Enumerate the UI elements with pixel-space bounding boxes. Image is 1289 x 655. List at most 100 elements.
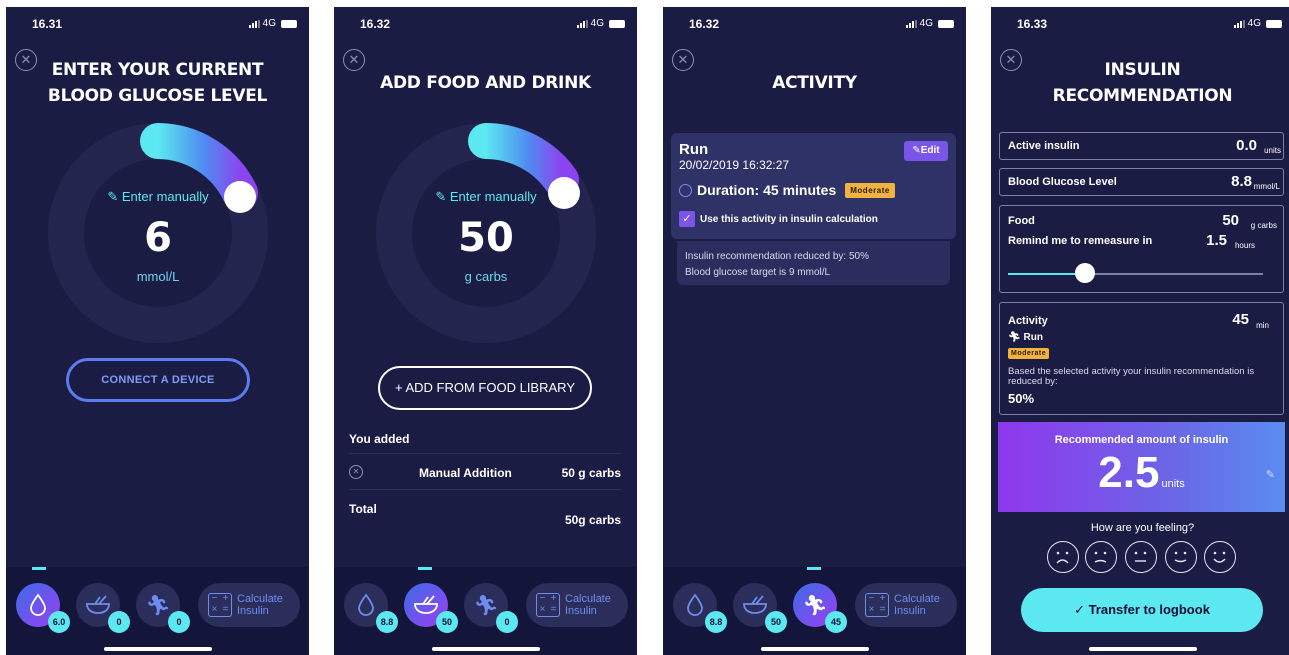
close-icon[interactable]: ✕ xyxy=(343,49,365,71)
food-badge: 50 xyxy=(765,611,787,633)
remind-slider-fill xyxy=(1008,273,1085,275)
enter-manually-link[interactable]: ✎ Enter manually xyxy=(48,189,268,205)
tab-food[interactable]: 0 xyxy=(76,583,130,633)
activity-badge: 0 xyxy=(168,611,190,633)
recommended-insulin-panel: Recommended amount of insulin 2.5 units ✎ xyxy=(998,422,1285,512)
recommended-title: Recommended amount of insulin xyxy=(1054,434,1229,446)
active-insulin-value: 0.0 xyxy=(1236,137,1257,154)
recommended-value: 2.5 xyxy=(1098,448,1160,497)
close-icon[interactable]: ✕ xyxy=(672,49,694,71)
calc-label: Calculate Insulin xyxy=(237,593,283,617)
tab-glucose[interactable]: 6.0 xyxy=(16,583,70,633)
status-bar: 16.32 4G xyxy=(334,17,637,33)
add-from-food-library-button[interactable]: + ADD FROM FOOD LIBRARY xyxy=(378,366,592,410)
runner-icon: 🏃︎ xyxy=(1008,332,1024,343)
calculator-icon: − + × = xyxy=(208,593,232,617)
active-insulin-row: Active insulin 0.0 units xyxy=(999,132,1284,160)
tab-food[interactable]: 50 xyxy=(733,583,787,633)
neutral-face-icon[interactable] xyxy=(1125,541,1157,573)
status-bar: 16.31 4G xyxy=(6,17,309,33)
happy-face-icon[interactable] xyxy=(1165,541,1197,573)
use-activity-checkbox-row[interactable]: ✓ Use this activity in insulin calculati… xyxy=(679,211,878,227)
activity-label: Activity xyxy=(1008,315,1048,327)
bottom-tab-bar: 6.0 0 🏃︎ 0 − + × = Calculate Insulin xyxy=(6,567,309,655)
edit-icon[interactable]: ✎ xyxy=(1266,468,1275,481)
connect-device-button[interactable]: CONNECT A DEVICE xyxy=(66,358,250,402)
activity-box: Activity 45 min 🏃︎ Run Moderate Based th… xyxy=(999,302,1284,415)
status-bar: 16.33 4G xyxy=(991,17,1289,33)
calculate-insulin-button[interactable]: − + × = Calculate Insulin xyxy=(855,583,957,627)
recommended-value-row: 2.5 units xyxy=(998,448,1285,498)
activity-info: Insulin recommendation reduced by: 50% B… xyxy=(677,241,950,285)
activity-badge: 45 xyxy=(825,611,847,633)
carbs-dial[interactable]: ✎ Enter manually 50 g carbs xyxy=(376,123,596,343)
blood-glucose-label: Blood Glucose Level xyxy=(1008,176,1117,188)
status-time: 16.31 xyxy=(32,17,63,31)
page-title: ENTER YOUR CURRENT BLOOD GLUCOSE LEVEL xyxy=(47,60,268,106)
remind-label: Remind me to remeasure in xyxy=(1008,235,1153,247)
calc-label-line2: Insulin xyxy=(565,605,597,617)
remove-item-icon[interactable]: ✕ xyxy=(349,465,363,479)
transfer-label: Transfer to logbook xyxy=(1088,602,1210,617)
battery-icon xyxy=(281,19,297,28)
close-icon[interactable]: ✕ xyxy=(1000,49,1022,71)
tab-glucose[interactable]: 8.8 xyxy=(673,583,727,633)
activity-datetime: 20/02/2019 16:32:27 xyxy=(679,158,790,172)
battery-icon xyxy=(938,19,954,28)
blood-glucose-row: Blood Glucose Level 8.8 mmol/L xyxy=(999,168,1284,196)
network-label: 4G xyxy=(262,18,276,29)
network-label: 4G xyxy=(590,18,604,29)
runner-icon: 🏃︎ xyxy=(145,594,171,617)
carbs-unit: g carbs xyxy=(464,269,508,284)
recommended-unit: units xyxy=(1161,478,1185,490)
activity-value: 45 xyxy=(1232,311,1249,328)
runner-icon: 🏃︎ xyxy=(473,594,499,617)
bowl-icon xyxy=(414,595,438,614)
activity-card[interactable]: Run 20/02/2019 16:32:27 ✎Edit Duration: … xyxy=(671,133,956,239)
calculator-icon: − + × = xyxy=(865,593,889,617)
sad-face-icon[interactable] xyxy=(1085,541,1117,573)
active-tab-marker xyxy=(418,567,432,570)
calc-label: Calculate Insulin xyxy=(894,593,940,617)
tab-activity[interactable]: 🏃︎ 45 xyxy=(793,583,847,633)
item-amount: 50 g carbs xyxy=(561,466,621,480)
calc-label-line1: Calculate xyxy=(894,593,940,605)
close-icon[interactable]: ✕ xyxy=(15,49,37,71)
home-indicator xyxy=(431,647,540,651)
screen-activity: 16.32 4G ✕ ACTIVITY Run 20/02/2019 16:32… xyxy=(663,7,966,655)
edit-icon: ✎ xyxy=(107,189,122,204)
screen-food: 16.32 4G ✕ ADD FOOD AND DRINK ✎ Enter ma… xyxy=(334,7,637,655)
edit-button[interactable]: ✎Edit xyxy=(904,141,948,161)
active-insulin-label: Active insulin xyxy=(1008,140,1080,152)
tab-glucose[interactable]: 8.8 xyxy=(344,583,398,633)
calculate-insulin-button[interactable]: − + × = Calculate Insulin xyxy=(198,583,300,627)
food-value: 50 xyxy=(1222,212,1239,229)
remind-slider[interactable] xyxy=(1008,263,1263,283)
transfer-to-logbook-button[interactable]: ✓ Transfer to logbook xyxy=(1021,588,1263,632)
activity-reduction: 50% xyxy=(1008,391,1035,406)
blood-glucose-value: 8.8 xyxy=(1231,173,1252,190)
calc-label: Calculate Insulin xyxy=(565,593,611,617)
home-indicator xyxy=(1088,647,1197,651)
tab-food[interactable]: 50 xyxy=(404,583,458,633)
calculator-icon: − + × = xyxy=(536,593,560,617)
remind-slider-thumb[interactable] xyxy=(1074,263,1095,283)
checkbox-checked-icon[interactable]: ✓ xyxy=(679,211,695,227)
bowl-icon xyxy=(743,595,767,614)
enter-manually-link[interactable]: ✎ Enter manually xyxy=(376,189,596,205)
network-indicator: 4G xyxy=(576,18,625,29)
food-remind-box: Food 50 g carbs Remind me to remeasure i… xyxy=(999,205,1284,293)
active-tab-marker xyxy=(807,567,821,570)
tab-activity[interactable]: 🏃︎ 0 xyxy=(136,583,190,633)
active-insulin-unit: units xyxy=(1264,146,1281,155)
calc-label-line1: Calculate xyxy=(565,593,611,605)
food-label: Food xyxy=(1008,215,1035,227)
bottom-tab-bar: 8.8 50 🏃︎ 45 − + × = Calculate Insulin xyxy=(663,567,966,655)
activity-badge: 0 xyxy=(496,611,518,633)
glucose-dial[interactable]: ✎ Enter manually 6 mmol/L xyxy=(48,123,268,343)
very-sad-face-icon[interactable] xyxy=(1047,541,1079,573)
very-happy-face-icon[interactable] xyxy=(1204,541,1236,573)
screen-insulin-recommendation: 16.33 4G ✕ INSULIN RECOMMENDATION Active… xyxy=(991,7,1289,655)
tab-activity[interactable]: 🏃︎ 0 xyxy=(464,583,518,633)
calculate-insulin-button[interactable]: − + × = Calculate Insulin xyxy=(526,583,628,627)
